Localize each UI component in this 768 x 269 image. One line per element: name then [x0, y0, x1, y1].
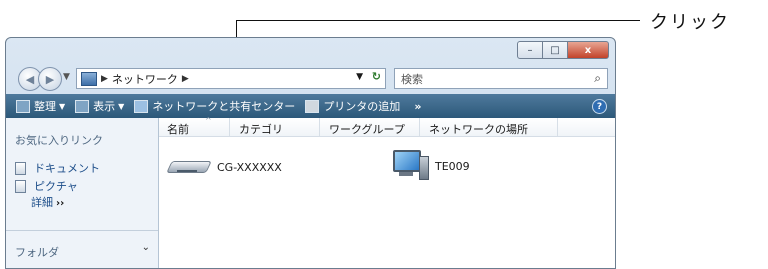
computer-icon: [389, 148, 429, 184]
column-name[interactable]: 名前: [167, 121, 189, 137]
callout-label: クリック: [650, 12, 730, 33]
organize-icon: [16, 99, 30, 113]
views-label: 表示: [93, 100, 116, 113]
search-placeholder: 検索: [401, 72, 423, 86]
chevron-down-icon: ▼: [59, 101, 66, 111]
organize-label: 整理: [34, 100, 56, 113]
help-icon[interactable]: ?: [592, 99, 607, 114]
add-printer-button[interactable]: プリンタの追加: [305, 98, 400, 114]
toolbar-overflow-button[interactable]: »: [414, 100, 421, 113]
column-divider[interactable]: [419, 118, 420, 136]
folders-toggle[interactable]: フォルダ ⌄: [6, 230, 158, 268]
column-divider[interactable]: [229, 118, 230, 136]
window-controls: – □ x: [517, 41, 609, 59]
forward-arrow-icon: ▶: [45, 72, 55, 86]
sidebar-item-label: ピクチャ: [34, 180, 78, 193]
sidebar-item-pictures[interactable]: ピクチャ: [15, 178, 78, 194]
address-row: ◀ ▶ ▼ ▶ ネットワーク ▶ ▼ ↻ 検索 ⌕: [12, 66, 610, 92]
network-sharing-center-label: ネットワークと共有センター: [152, 100, 296, 113]
address-dropdown-icon[interactable]: ▼: [356, 72, 363, 82]
router-icon: [166, 156, 212, 178]
search-icon[interactable]: ⌕: [594, 71, 601, 86]
column-network-location[interactable]: ネットワークの場所: [429, 121, 528, 137]
breadcrumb-network[interactable]: ネットワーク: [112, 71, 178, 87]
list-item[interactable]: CG-XXXXXX: [166, 156, 282, 178]
column-divider[interactable]: [557, 118, 558, 136]
picture-icon: [15, 179, 26, 193]
column-header-row: 名前 ^ カテゴリ ワークグループ ネットワークの場所: [159, 116, 615, 137]
list-item[interactable]: TE009: [389, 148, 470, 184]
minimize-button[interactable]: –: [517, 41, 543, 59]
sidebar-item-documents[interactable]: ドキュメント: [15, 160, 100, 176]
search-input[interactable]: 検索 ⌕: [394, 68, 608, 89]
column-category[interactable]: カテゴリ: [239, 121, 283, 137]
item-name: CG-XXXXXX: [217, 160, 282, 174]
document-icon: [15, 161, 26, 175]
sort-caret-icon: ^: [205, 116, 212, 125]
printer-icon: [305, 99, 320, 113]
sidebar-item-label: ドキュメント: [34, 162, 100, 175]
back-arrow-icon: ◀: [25, 72, 35, 86]
command-toolbar: 整理 ▼ 表示 ▼ ネットワークと共有センター プリンタの追加 » ?: [6, 94, 615, 118]
chevron-down-icon: ▼: [118, 101, 125, 111]
network-center-icon: [134, 99, 149, 113]
views-menu[interactable]: 表示 ▼: [75, 98, 124, 114]
views-icon: [75, 99, 90, 113]
column-divider[interactable]: [319, 118, 320, 136]
folders-label: フォルダ: [15, 246, 59, 259]
more-links-button[interactable]: 詳細 ››: [31, 194, 64, 210]
breadcrumb-separator-icon[interactable]: ▶: [101, 74, 108, 84]
favorite-links-title: お気に入りリンク: [15, 134, 103, 147]
refresh-icon[interactable]: ↻: [372, 70, 381, 83]
network-icon: [81, 71, 97, 86]
organize-menu[interactable]: 整理 ▼: [16, 98, 65, 114]
close-button[interactable]: x: [567, 41, 609, 59]
maximize-button[interactable]: □: [542, 41, 568, 59]
navigation-pane: お気に入りリンク ドキュメント ピクチャ 詳細 ›› フォルダ ⌄: [6, 118, 159, 268]
explorer-window: – □ x ◀ ▶ ▼ ▶ ネットワーク ▶ ▼ ↻ 検索 ⌕ 整理 ▼ 表示 …: [5, 37, 616, 269]
column-workgroup[interactable]: ワークグループ: [329, 121, 405, 137]
double-chevron-icon: ››: [56, 198, 65, 209]
address-bar[interactable]: ▶ ネットワーク ▶ ▼ ↻: [76, 68, 386, 89]
add-printer-label: プリンタの追加: [323, 100, 401, 113]
callout-line: [236, 20, 640, 21]
more-links-label: 詳細: [31, 196, 53, 209]
breadcrumb-separator-icon[interactable]: ▶: [182, 74, 189, 84]
item-name: TE009: [435, 159, 470, 173]
file-list: 名前 ^ カテゴリ ワークグループ ネットワークの場所 CG-XXXXXX TE…: [159, 116, 615, 268]
forward-button[interactable]: ▶: [38, 67, 62, 91]
network-sharing-center-button[interactable]: ネットワークと共有センター: [134, 98, 295, 114]
chevron-down-icon: ⌄: [141, 242, 150, 253]
history-dropdown-icon[interactable]: ▼: [63, 72, 70, 82]
